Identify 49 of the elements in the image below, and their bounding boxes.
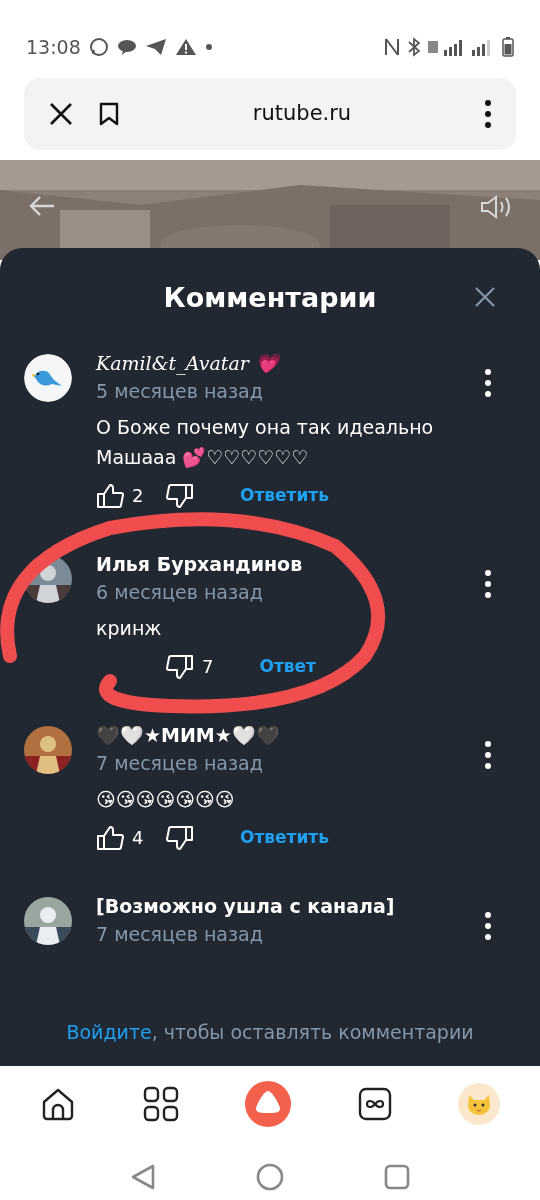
warning-icon [174,38,197,56]
recents-icon[interactable] [384,1164,410,1190]
menu-button[interactable] [484,99,492,129]
more-options-icon[interactable] [484,569,492,599]
battery-icon [502,37,514,57]
comment-text: кринж [96,616,163,641]
comment-time: 7 месяцев назад [96,922,264,947]
reply-link[interactable]: Ответить [240,824,329,851]
more-options-icon[interactable] [484,740,492,770]
assistant-icon[interactable] [245,1081,291,1127]
home-circle-icon[interactable] [256,1163,284,1191]
back-arrow-icon[interactable] [28,194,56,218]
comment-time: 7 месяцев назад [96,751,264,776]
bird-icon [24,354,72,402]
author-name[interactable]: [Возможно ушла с канала] [96,893,395,919]
grid-icon[interactable] [142,1086,179,1122]
dislike-icon[interactable] [166,482,194,509]
login-link[interactable]: Войдите [66,1020,152,1043]
send-icon [144,38,167,56]
sheet-title: Комментарии [163,282,377,313]
reply-link[interactable]: Ответить [240,482,329,509]
like-count: 4 [132,826,144,850]
dot-icon [204,43,213,51]
comment-text: 😘😘😘😘😘😘😘 [96,787,236,812]
bluetooth-icon [408,37,420,57]
comment-time: 5 месяцев назад [96,379,264,404]
dislike-icon[interactable] [166,824,194,851]
close-button[interactable] [48,101,74,127]
status-time: 13:08 [26,34,81,60]
like-count: 2 [132,484,144,508]
more-options-icon[interactable] [484,368,492,398]
comment-time: 6 месяцев назад [96,580,264,605]
like-icon[interactable] [96,482,124,509]
author-name[interactable]: Илья Бурхандинов [96,551,303,577]
back-icon[interactable] [130,1163,156,1191]
dislike-icon[interactable] [166,653,194,680]
author-name[interactable]: 🖤🤍★МИМ★🤍🖤 [96,722,280,748]
home-icon[interactable] [40,1086,76,1122]
more-options-icon[interactable] [484,911,492,941]
reply-link[interactable]: Ответ [259,653,316,680]
bookmark-button[interactable] [98,101,120,127]
like-icon[interactable] [96,824,124,851]
login-prompt: Войдите, чтобы оставлять комментарии [66,1020,474,1043]
infinity-icon[interactable] [357,1087,392,1121]
nfc-icon [384,37,400,57]
message-icon [116,38,137,56]
comment-text: О Боже почему она так идеально Машааа 💕♡♡♡♡♡♡ [96,415,435,470]
author-name[interactable]: Kamil&t_Avatar 💗 [96,350,279,376]
dislike-count: 7 [202,655,214,679]
